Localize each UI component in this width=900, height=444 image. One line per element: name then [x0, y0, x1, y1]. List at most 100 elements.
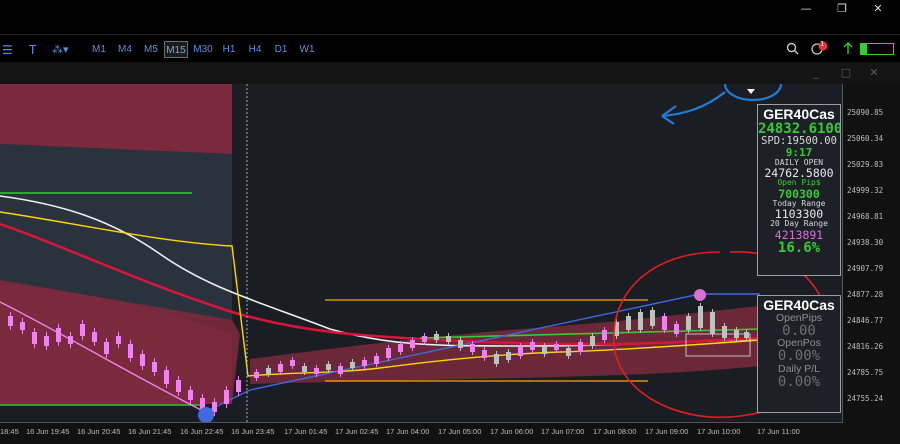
timeframe-m5[interactable]: M5: [140, 41, 162, 58]
time-label: 17 Jun 02:45: [335, 427, 379, 436]
candle-body: [744, 332, 749, 338]
candle-body: [44, 336, 49, 346]
candle-body: [542, 346, 547, 354]
candle-body: [164, 370, 169, 384]
time-label: 17 Jun 05:00: [438, 427, 482, 436]
time-label: 18:45: [0, 427, 19, 436]
candle-body: [362, 360, 367, 366]
chart-window-header: _ □ ✕: [0, 62, 900, 84]
candle-body: [80, 324, 85, 336]
candle-body: [434, 334, 439, 340]
title-bar: — ❐ ✕: [0, 0, 900, 20]
candle-body: [602, 330, 607, 340]
time-label: 16 Jun 23:45: [231, 427, 275, 436]
time-label: 17 Jun 04:00: [386, 427, 430, 436]
close-button[interactable]: ✕: [868, 2, 888, 15]
time-axis: 18:45 16 Jun 19:45 16 Jun 20:45 16 Jun 2…: [0, 423, 843, 444]
chart-toolbar: ☰ T ⁂▾ M1 M4 M5 M15 M30 H1 H4 D1 W1 1: [0, 34, 900, 62]
candle-body: [32, 332, 37, 344]
candle-body: [116, 336, 121, 344]
candle-body: [290, 360, 295, 366]
time-label: 17 Jun 09:00: [645, 427, 689, 436]
chart-shift-marker: [747, 89, 755, 94]
pl-open-pos-value: 0.00%: [777, 348, 821, 365]
chart-close-button[interactable]: ✕: [866, 66, 882, 79]
timeframe-m1[interactable]: M1: [88, 41, 110, 58]
candle-body: [128, 344, 133, 358]
candle-body: [650, 310, 655, 326]
timeframe-d1[interactable]: D1: [270, 41, 292, 58]
time-label: 17 Jun 10:00: [697, 427, 741, 436]
chart-minimize-button[interactable]: _: [808, 66, 824, 79]
price-label: 25090.85: [847, 108, 884, 117]
candle-body: [326, 364, 331, 370]
candle-body: [224, 390, 229, 404]
low-marker: [198, 407, 214, 422]
candle-body: [338, 366, 343, 374]
signal-strength-icon: [843, 42, 853, 54]
timeframe-m15[interactable]: M15: [164, 41, 188, 58]
time-label: 17 Jun 07:00: [541, 427, 585, 436]
time-label: 16 Jun 20:45: [77, 427, 121, 436]
candle-body: [212, 402, 217, 412]
shapes-tool-icon[interactable]: ⁂▾: [52, 43, 69, 56]
price-chart-plot[interactable]: [0, 84, 843, 423]
timeframe-w1[interactable]: W1: [296, 41, 318, 58]
timeframe-h4[interactable]: H4: [244, 41, 266, 58]
candle-body: [374, 356, 379, 364]
candle-body: [518, 346, 523, 356]
notification-count: 1: [820, 40, 825, 48]
candle-body: [386, 348, 391, 358]
candle-body: [140, 354, 145, 366]
candle-body: [56, 328, 61, 342]
pl-daily-value: 0.00%: [777, 374, 821, 391]
candle-body: [68, 336, 73, 344]
timeframe-h1[interactable]: H1: [218, 41, 240, 58]
time-label: 17 Jun 01:45: [284, 427, 328, 436]
time-label: 16 Jun 19:45: [26, 427, 70, 436]
indicators-list-icon[interactable]: ☰: [2, 43, 13, 57]
timeframe-m4[interactable]: M4: [114, 41, 136, 58]
price-label: 24938.30: [847, 238, 884, 247]
candle-body: [470, 344, 475, 352]
candle-body: [734, 330, 739, 338]
candle-body: [266, 368, 271, 374]
profit-loss-panel: GER40Cas OpenPips 0.00 OpenPos 0.00% Dai…: [757, 295, 841, 413]
price-label: 25029.83: [847, 160, 884, 169]
price-axis: 25090.85 25060.34 25029.83 24999.32 2496…: [843, 84, 900, 423]
candle-body: [710, 312, 715, 334]
candle-body: [698, 306, 703, 328]
price-label: 24755.24: [847, 394, 884, 403]
candle-body: [8, 316, 13, 326]
time-label: 16 Jun 21:45: [128, 427, 172, 436]
candle-body: [422, 336, 427, 342]
current-price: 24832.6100: [758, 120, 841, 137]
timeframe-m30[interactable]: M30: [191, 41, 215, 58]
candle-body: [662, 316, 667, 330]
minimize-button[interactable]: —: [796, 2, 816, 15]
candle-body: [554, 344, 559, 350]
candle-body: [686, 316, 691, 330]
chart-maximize-button[interactable]: □: [838, 66, 854, 79]
search-icon[interactable]: [786, 42, 799, 55]
candle-body: [176, 380, 181, 392]
price-label: 24785.75: [847, 368, 884, 377]
candle-body: [674, 324, 679, 334]
price-label: 24968.81: [847, 212, 884, 221]
candle-body: [458, 340, 463, 348]
candle-body: [638, 312, 643, 330]
candle-body: [482, 350, 487, 358]
candle-body: [494, 354, 499, 364]
candle-body: [20, 322, 25, 330]
candle-body: [398, 344, 403, 352]
price-label: 24846.77: [847, 316, 884, 325]
candle-body: [104, 342, 109, 354]
candle-body: [236, 380, 241, 392]
upper-band: [0, 84, 232, 154]
candle-body: [578, 342, 583, 352]
candle-body: [722, 326, 727, 338]
high-marker: [694, 289, 706, 301]
candle-body: [188, 390, 193, 400]
restore-button[interactable]: ❐: [832, 2, 852, 15]
text-tool-icon[interactable]: T: [29, 43, 36, 57]
